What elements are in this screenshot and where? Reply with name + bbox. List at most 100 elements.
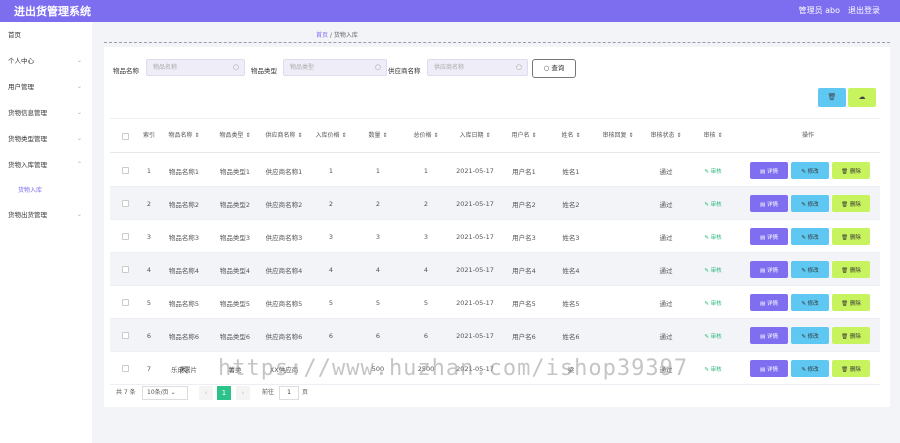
cell-index: 7 xyxy=(146,364,152,373)
delete-button[interactable]: 🗑 删除 xyxy=(832,195,870,212)
batch-delete-button[interactable]: 🗑 xyxy=(818,88,846,107)
cell-audit-status: 通过 xyxy=(659,167,673,176)
user-name[interactable]: 管理员 abo xyxy=(799,5,840,16)
page-size-select[interactable]: 10条/页 ⌄ xyxy=(142,386,188,400)
page-1-button[interactable]: 1 xyxy=(217,386,231,400)
edit-button[interactable]: ✎ 修改 xyxy=(791,162,829,179)
header-supplier[interactable]: 供应商名称 ⇕ xyxy=(260,119,308,154)
sidebar-item-home[interactable]: 首页 xyxy=(0,25,92,45)
header-total[interactable]: 总价格 ⇕ xyxy=(402,119,450,154)
cell-item-name: 物品名称4 xyxy=(168,266,200,275)
header-index[interactable]: 索引 xyxy=(140,119,158,154)
delete-button[interactable]: 🗑 删除 xyxy=(832,162,870,179)
filter-supplier-input[interactable]: 供应商名称 ○ xyxy=(427,59,528,76)
cell-quantity: 3 xyxy=(375,232,381,241)
chevron-down-icon: ⌄ xyxy=(76,211,82,218)
header-item-type[interactable]: 物品类型 ⇕ xyxy=(210,119,260,154)
audit-link[interactable]: ✎ 审核 xyxy=(690,286,736,319)
header-in-price[interactable]: 入库价格 ⇕ xyxy=(308,119,354,154)
detail-button[interactable]: ▤ 详情 xyxy=(750,261,788,278)
breadcrumb-home[interactable]: 首页 xyxy=(316,32,328,39)
edit-button[interactable]: ✎ 修改 xyxy=(791,327,829,344)
delete-button[interactable]: 🗑 删除 xyxy=(832,228,870,245)
delete-button[interactable]: 🗑 删除 xyxy=(832,261,870,278)
select-all-checkbox[interactable] xyxy=(110,119,140,154)
detail-button[interactable]: ▤ 详情 xyxy=(750,327,788,344)
prev-page-button[interactable]: ‹ xyxy=(199,386,213,400)
goto-page-input[interactable]: 1 xyxy=(279,386,299,400)
header-quantity[interactable]: 数量 ⇕ xyxy=(354,119,402,154)
cell-index: 4 xyxy=(146,265,152,274)
cell-real-name: 姓名6 xyxy=(562,332,580,341)
cell-item-name: 物品名称6 xyxy=(168,332,200,341)
sidebar-item-users[interactable]: 用户管理 ⌄ xyxy=(0,77,92,97)
header-audit[interactable]: 审核 ⇕ xyxy=(690,119,736,154)
row-checkbox[interactable] xyxy=(110,352,140,385)
audit-link[interactable]: ✎ 审核 xyxy=(690,352,736,385)
audit-link[interactable]: ✎ 审核 xyxy=(690,319,736,352)
detail-button[interactable]: ▤ 详情 xyxy=(750,228,788,245)
delete-button[interactable]: 🗑 删除 xyxy=(832,327,870,344)
cell-total: 1 xyxy=(423,166,429,175)
cell-audit-reply xyxy=(594,220,642,253)
cell-total: 6 xyxy=(423,331,429,340)
header-in-date[interactable]: 入库日期 ⇕ xyxy=(450,119,500,154)
cell-supplier: 供应商名称4 xyxy=(265,266,303,275)
cell-username: 用户名5 xyxy=(512,299,536,308)
audit-link[interactable]: ✎ 审核 xyxy=(690,220,736,253)
breadcrumb-current: 货物入库 xyxy=(333,32,358,39)
cell-audit-status: 通过 xyxy=(659,299,673,308)
filter-name-input[interactable]: 物品名称 ○ xyxy=(146,59,245,76)
row-checkbox[interactable] xyxy=(110,253,140,286)
header-item-name[interactable]: 物品名称 ⇕ xyxy=(158,119,210,154)
edit-button[interactable]: ✎ 修改 xyxy=(791,294,829,311)
cell-in-date: 2021-05-17 xyxy=(456,166,494,175)
sidebar-item-profile[interactable]: 个人中心 ⌄ xyxy=(0,51,92,71)
filter-name-label: 物品名称 xyxy=(113,67,139,75)
sidebar: 首页 个人中心 ⌄ 用户管理 ⌄ 货物信息管理 ⌄ 货物类型管理 ⌄ 货物入库管理 ⌃ 货… xyxy=(0,22,92,443)
sidebar-item-goods-type[interactable]: 货物类型管理 ⌄ xyxy=(0,129,92,149)
header-audit-reply[interactable]: 审核回复 ⇕ xyxy=(594,119,642,154)
header-real-name[interactable]: 姓名 ⇕ xyxy=(548,119,594,154)
detail-button[interactable]: ▤ 详情 xyxy=(750,195,788,212)
cell-total: 3 xyxy=(423,232,429,241)
cell-audit-reply xyxy=(594,286,642,319)
row-checkbox[interactable] xyxy=(110,187,140,220)
logout-link[interactable]: 退出登录 xyxy=(848,5,880,16)
header-username[interactable]: 用户名 ⇕ xyxy=(500,119,548,154)
cell-item-type: 物品类型5 xyxy=(219,299,251,308)
cell-in-price: 5 xyxy=(328,298,334,307)
row-checkbox[interactable] xyxy=(110,154,140,187)
cell-item-type: 物品类型3 xyxy=(219,233,251,242)
delete-button[interactable]: 🗑 删除 xyxy=(832,360,870,377)
search-icon: ○ xyxy=(374,63,381,71)
next-page-button[interactable]: › xyxy=(236,386,250,400)
sidebar-item-goods-in[interactable]: 货物入库管理 ⌃ xyxy=(0,155,92,175)
row-checkbox[interactable] xyxy=(110,319,140,352)
sidebar-item-goods-out[interactable]: 货物出货管理 ⌄ xyxy=(0,205,92,225)
header-audit-status[interactable]: 审核状态 ⇕ xyxy=(642,119,690,154)
cell-audit-status: 通过 xyxy=(659,266,673,275)
row-checkbox[interactable] xyxy=(110,220,140,253)
cell-in-price: 6 xyxy=(328,331,334,340)
export-button[interactable]: ☁ xyxy=(848,88,876,107)
detail-button[interactable]: ▤ 详情 xyxy=(750,360,788,377)
sidebar-item-goods-info[interactable]: 货物信息管理 ⌄ xyxy=(0,103,92,123)
delete-button[interactable]: 🗑 删除 xyxy=(832,294,870,311)
cell-in-date: 2021-05-17 xyxy=(456,331,494,340)
edit-button[interactable]: ✎ 修改 xyxy=(791,261,829,278)
detail-button[interactable]: ▤ 详情 xyxy=(750,294,788,311)
audit-link[interactable]: ✎ 审核 xyxy=(690,253,736,286)
audit-link[interactable]: ✎ 审核 xyxy=(690,154,736,187)
edit-button[interactable]: ✎ 修改 xyxy=(791,195,829,212)
filter-type-input[interactable]: 物品类型 ○ xyxy=(283,59,387,76)
search-button[interactable]: ○ 查询 xyxy=(532,59,576,78)
sidebar-subitem-goods-in[interactable]: 货物入库 xyxy=(18,185,42,194)
row-checkbox[interactable] xyxy=(110,286,140,319)
edit-button[interactable]: ✎ 修改 xyxy=(791,228,829,245)
cell-item-type: 物品类型2 xyxy=(219,200,251,209)
audit-link[interactable]: ✎ 审核 xyxy=(690,187,736,220)
table-row: 6 物品名称6 物品类型6 供应商名称6 6 6 6 2021-05-17 用户名6 姓名6 通过 ✎… xyxy=(110,319,880,352)
edit-button[interactable]: ✎ 修改 xyxy=(791,360,829,377)
detail-button[interactable]: ▤ 详情 xyxy=(750,162,788,179)
